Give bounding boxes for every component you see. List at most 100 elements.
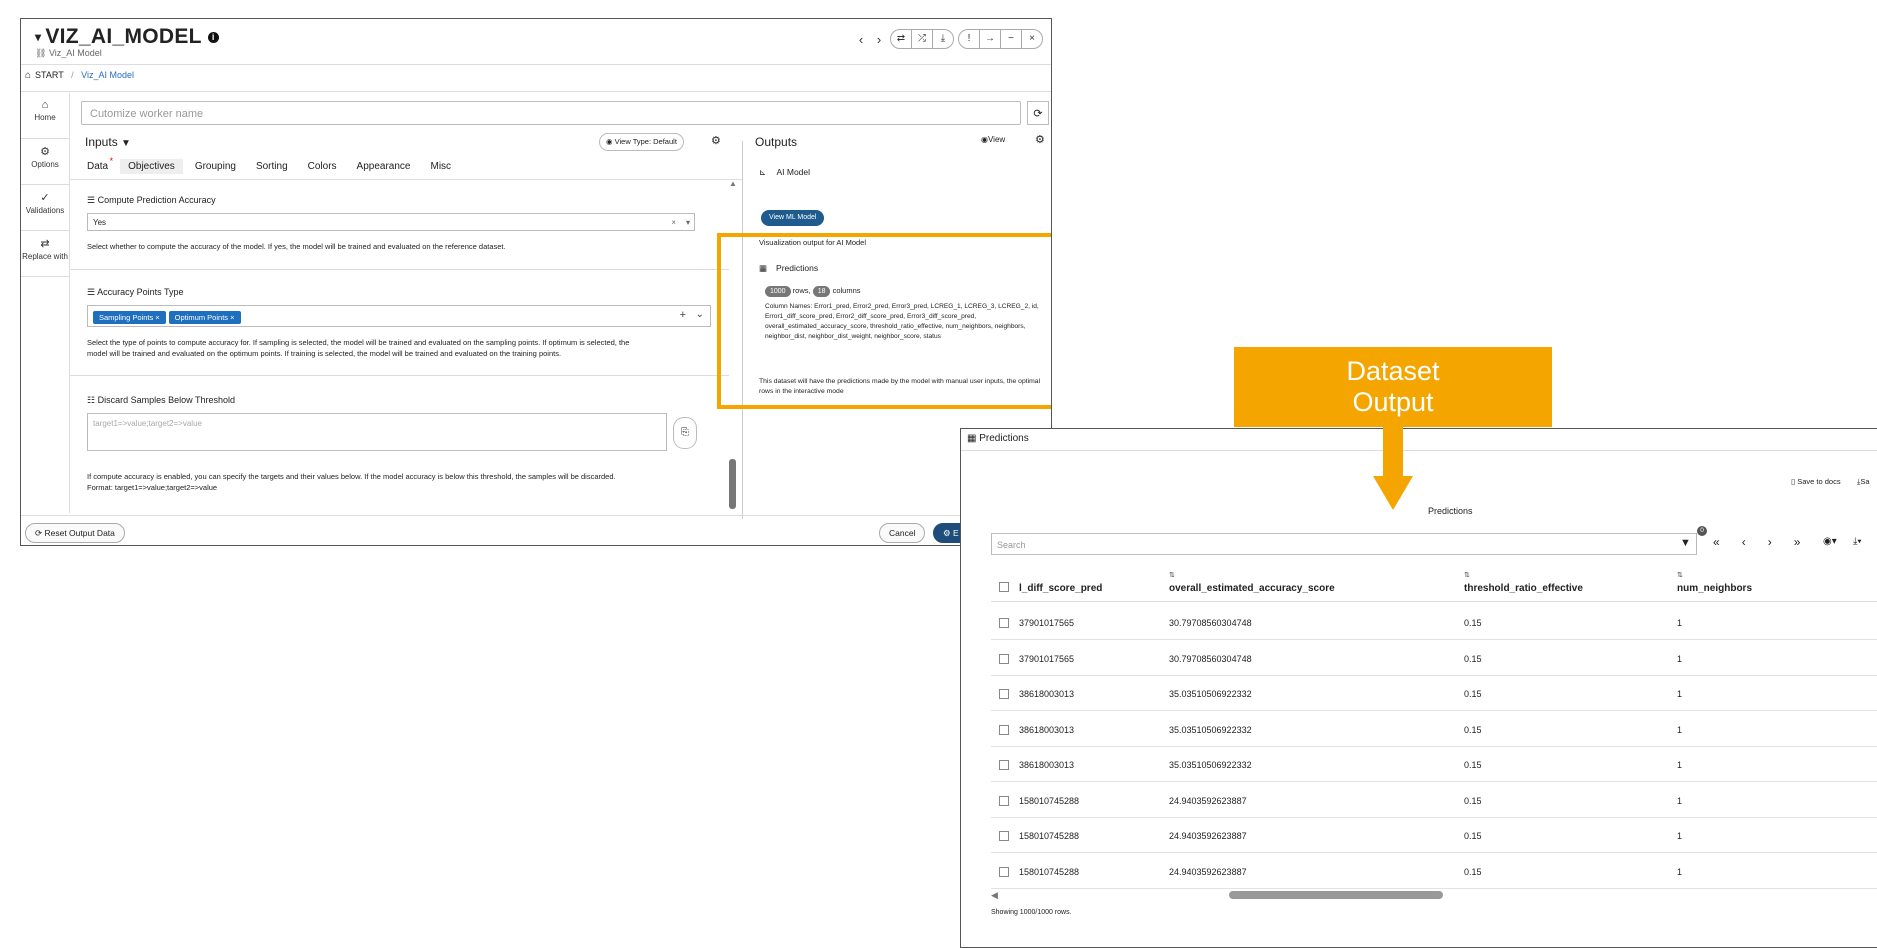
- prev-arrow-icon[interactable]: ‹: [854, 32, 868, 47]
- row-checkbox[interactable]: [999, 759, 1009, 773]
- tab-appearance[interactable]: Appearance: [357, 159, 411, 174]
- compute-accuracy-select[interactable]: Yes × ▾: [87, 213, 695, 231]
- row-divider: [991, 852, 1877, 853]
- list-icon: ☷: [87, 395, 98, 405]
- table-cell: 38618003013: [1019, 760, 1075, 770]
- alert-icon[interactable]: !: [959, 30, 980, 48]
- callout-arrow-shaft: [1383, 427, 1403, 477]
- worker-name-input[interactable]: Cutomize worker name: [81, 101, 1021, 125]
- chevron-down-icon[interactable]: ▾: [686, 214, 690, 232]
- info-icon[interactable]: i: [207, 31, 219, 43]
- column-header[interactable]: overall_estimated_accuracy_score: [1169, 583, 1335, 594]
- table-search-input[interactable]: Search: [991, 533, 1697, 555]
- list-icon: ☰: [87, 195, 98, 205]
- breadcrumb-start[interactable]: START: [35, 70, 64, 80]
- table-cell: 0.15: [1464, 653, 1482, 664]
- table-horizontal-scrollbar[interactable]: [1229, 891, 1443, 899]
- clear-icon[interactable]: ×: [671, 214, 676, 232]
- rail-home[interactable]: ⌂ Home: [21, 93, 69, 139]
- chip-optimum-points[interactable]: Optimum Points ×: [168, 311, 241, 324]
- row-divider: [991, 887, 1877, 889]
- rail-replace-with[interactable]: ⇄ Replace with: [21, 231, 69, 277]
- row-checkbox[interactable]: [999, 830, 1009, 844]
- row-checkbox[interactable]: [999, 688, 1009, 702]
- swap-icon: ⇄: [40, 238, 50, 250]
- row-checkbox[interactable]: [999, 795, 1009, 809]
- discard-threshold-textarea[interactable]: target1=>value;target2=>value: [87, 413, 667, 451]
- table-cell: 1: [1677, 724, 1683, 735]
- breadcrumb: ⌂ START / Viz_AI Model: [25, 70, 134, 81]
- export-icon[interactable]: ⤓▾: [1853, 536, 1862, 547]
- chip-sampling-points[interactable]: Sampling Points ×: [93, 311, 166, 324]
- column-visibility-icon[interactable]: ◉▾: [1823, 536, 1837, 547]
- rail-validations[interactable]: ✓ Validations: [21, 185, 69, 231]
- row-checkbox[interactable]: [999, 653, 1009, 667]
- arrow-right-icon[interactable]: →: [980, 30, 1001, 48]
- outputs-settings-icon[interactable]: ⚙: [1035, 133, 1045, 146]
- divider: [69, 269, 729, 270]
- column-header[interactable]: l_diff_score_pred: [1019, 583, 1102, 594]
- chevron-down-icon[interactable]: ⌄: [696, 309, 704, 320]
- row-checkbox[interactable]: [999, 724, 1009, 738]
- cancel-button[interactable]: Cancel: [879, 523, 926, 543]
- minimize-icon[interactable]: −: [1001, 30, 1022, 48]
- required-marker: *: [109, 156, 114, 166]
- home-icon[interactable]: ⌂: [25, 70, 31, 81]
- sort-icon[interactable]: ⇅: [1464, 571, 1470, 579]
- table-cell: 1: [1677, 760, 1683, 770]
- gear-icon: ⚙: [40, 146, 50, 158]
- refresh-icon[interactable]: ⟳: [1027, 101, 1049, 125]
- attach-icon[interactable]: ⎘: [673, 417, 697, 449]
- column-header[interactable]: threshold_ratio_effective: [1464, 583, 1583, 594]
- sort-icon[interactable]: ⇅: [1169, 571, 1175, 579]
- accuracy-points-multiselect[interactable]: Sampling Points × Optimum Points × + ⌄: [87, 305, 711, 327]
- scroll-left-icon[interactable]: ◀: [991, 890, 998, 901]
- row-checkbox[interactable]: [999, 866, 1009, 880]
- inputs-title: Inputs ▼: [85, 135, 131, 149]
- first-page-icon[interactable]: «: [1713, 535, 1720, 549]
- view-type-button[interactable]: ◉ View Type: Default: [599, 133, 684, 151]
- check-icon: ✓: [40, 192, 50, 204]
- outputs-view-button[interactable]: ◉View: [981, 135, 1005, 144]
- save-to-docs-button[interactable]: ▯ Save to docs: [1791, 477, 1841, 486]
- shuffle-icon[interactable]: ⤮: [912, 30, 933, 48]
- table-cell: 0.15: [1464, 689, 1482, 699]
- next-page-icon[interactable]: ›: [1768, 535, 1772, 549]
- divider: [991, 601, 1877, 602]
- table-cell: 0.15: [1464, 724, 1482, 735]
- scroll-up-icon[interactable]: ▲: [729, 179, 737, 188]
- row-checkbox[interactable]: [999, 617, 1009, 631]
- filter-icon[interactable]: ▼: [121, 138, 131, 149]
- rail-options[interactable]: ⚙ Options: [21, 139, 69, 185]
- tab-objectives[interactable]: Objectives: [120, 159, 183, 174]
- swap-icon[interactable]: ⇄: [891, 30, 912, 48]
- tab-misc[interactable]: Misc: [430, 159, 451, 174]
- table-cell: 37901017565: [1019, 653, 1075, 664]
- compute-accuracy-help: Select whether to compute the accuracy o…: [87, 242, 506, 251]
- select-all-checkbox[interactable]: [999, 581, 1009, 595]
- reset-output-button[interactable]: ⟳ Reset Output Data: [25, 523, 125, 543]
- tab-colors[interactable]: Colors: [308, 159, 337, 174]
- scroll-down-icon[interactable]: ▼: [729, 497, 737, 506]
- table-cell: 158010745288: [1019, 831, 1080, 841]
- last-page-icon[interactable]: »: [1794, 535, 1801, 549]
- save-button[interactable]: ⤓Sa: [1857, 477, 1870, 487]
- prev-page-icon[interactable]: ‹: [1742, 535, 1746, 549]
- inputs-settings-icon[interactable]: ⚙: [711, 134, 721, 147]
- tab-grouping[interactable]: Grouping: [195, 159, 236, 174]
- divider: [21, 91, 1051, 92]
- next-arrow-icon[interactable]: ›: [872, 32, 886, 47]
- filter-icon[interactable]: ▼: [1680, 537, 1691, 549]
- toolbar-group-1: ⇄ ⤮ ⤓: [890, 29, 954, 49]
- tab-data[interactable]: Data *: [87, 156, 113, 174]
- add-icon[interactable]: +: [680, 309, 686, 321]
- sort-icon[interactable]: ⇅: [1677, 571, 1683, 579]
- collapse-caret-icon[interactable]: ▾: [35, 30, 41, 44]
- view-ml-model-button[interactable]: View ML Model: [761, 210, 825, 226]
- column-header[interactable]: num_neighbors: [1677, 583, 1752, 594]
- download-icon[interactable]: ⤓: [933, 30, 953, 48]
- close-icon[interactable]: ×: [1022, 30, 1042, 48]
- breadcrumb-current[interactable]: Viz_AI Model: [81, 70, 134, 80]
- table-cell: 24.9403592623887: [1169, 831, 1247, 841]
- tab-sorting[interactable]: Sorting: [256, 159, 288, 174]
